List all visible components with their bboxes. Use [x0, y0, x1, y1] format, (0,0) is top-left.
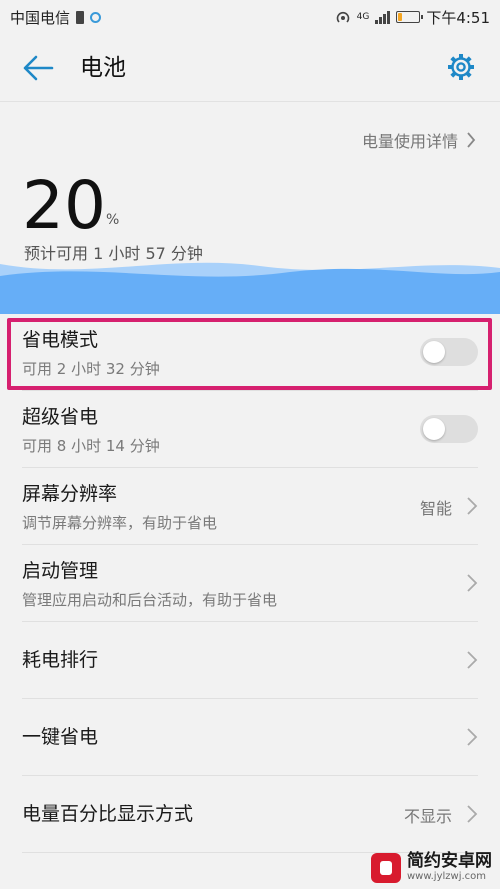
android-logo-icon	[371, 852, 401, 883]
sync-ring-icon	[90, 11, 102, 23]
list-item-power-ranking[interactable]: 耗电排行	[22, 622, 478, 699]
battery-wave-graphic	[0, 262, 500, 314]
network-type-label: 4G	[356, 11, 370, 22]
list-item-subtitle: 调节屏幕分辨率，有助于省电	[22, 514, 218, 532]
list-item-subtitle: 管理应用启动和后台活动，有助于省电	[22, 591, 278, 609]
status-bar: 中国电信 4G 下午4:51	[0, 0, 500, 34]
signal-strength-icon	[375, 10, 391, 24]
battery-percent-value: 20	[22, 167, 106, 244]
chevron-right-icon	[467, 497, 478, 515]
list-item-subtitle: 可用 8 小时 14 分钟	[22, 437, 160, 455]
list-item-ultra-power-saving[interactable]: 超级省电 可用 8 小时 14 分钟	[22, 391, 478, 468]
status-time: 下午4:51	[426, 8, 490, 27]
list-item-title: 一键省电	[22, 726, 99, 748]
list-item-battery-percentage-display[interactable]: 电量百分比显示方式 不显示	[22, 776, 478, 853]
list-item-value: 不显示	[403, 807, 452, 826]
toggle-knob	[423, 341, 445, 363]
list-item-title: 耗电排行	[22, 649, 99, 671]
battery-icon	[396, 11, 424, 23]
chevron-right-icon	[467, 805, 478, 823]
status-bar-left: 中国电信	[10, 7, 102, 28]
list-item-title: 电量百分比显示方式	[22, 803, 194, 825]
list-item-subtitle: 可用 2 小时 32 分钟	[22, 360, 160, 378]
watermark-name: 简约安卓网	[407, 851, 492, 871]
usage-details-label: 电量使用详情	[361, 132, 458, 151]
page-title: 电池	[80, 55, 126, 81]
chevron-right-icon	[467, 574, 478, 592]
site-watermark: 简约安卓网 www.jylzwj.com	[371, 852, 492, 883]
power-saving-toggle[interactable]	[420, 338, 478, 366]
chevron-right-icon	[467, 728, 478, 746]
list-item-title: 屏幕分辨率	[22, 483, 118, 505]
app-bar: 电池	[0, 34, 500, 102]
watermark-url: www.jylzwj.com	[407, 871, 487, 882]
list-item-one-tap-saving[interactable]: 一键省电	[22, 699, 478, 776]
hotspot-icon	[336, 11, 349, 23]
battery-level-fill	[398, 13, 403, 21]
list-item-power-saving-mode[interactable]: 省电模式 可用 2 小时 32 分钟	[22, 314, 478, 391]
chevron-right-icon	[467, 651, 478, 669]
gear-icon[interactable]	[446, 52, 476, 82]
status-bar-right: 4G 下午4:51	[335, 7, 490, 28]
chevron-right-icon	[467, 132, 476, 148]
list-item-title: 省电模式	[22, 329, 99, 351]
watermark-text: 简约安卓网 www.jylzwj.com	[407, 852, 492, 883]
toggle-knob	[423, 418, 445, 440]
battery-settings-list: 省电模式 可用 2 小时 32 分钟 超级省电 可用 8 小时 14 分钟 屏幕…	[0, 314, 500, 853]
battery-percent-unit: %	[106, 212, 120, 228]
arrow-left-icon[interactable]	[22, 54, 54, 82]
ultra-power-saving-toggle[interactable]	[420, 415, 478, 443]
list-item-value: 智能	[419, 499, 452, 518]
list-item-title: 启动管理	[22, 560, 99, 582]
usage-details-link[interactable]: 电量使用详情	[362, 128, 476, 152]
carrier-name: 中国电信	[10, 8, 71, 27]
sim-card-icon	[76, 10, 85, 24]
list-item-startup-manager[interactable]: 启动管理 管理应用启动和后台活动，有助于省电	[22, 545, 478, 622]
list-item-screen-resolution[interactable]: 屏幕分辨率 调节屏幕分辨率，有助于省电 智能	[22, 468, 478, 545]
list-item-title: 超级省电	[22, 406, 99, 428]
